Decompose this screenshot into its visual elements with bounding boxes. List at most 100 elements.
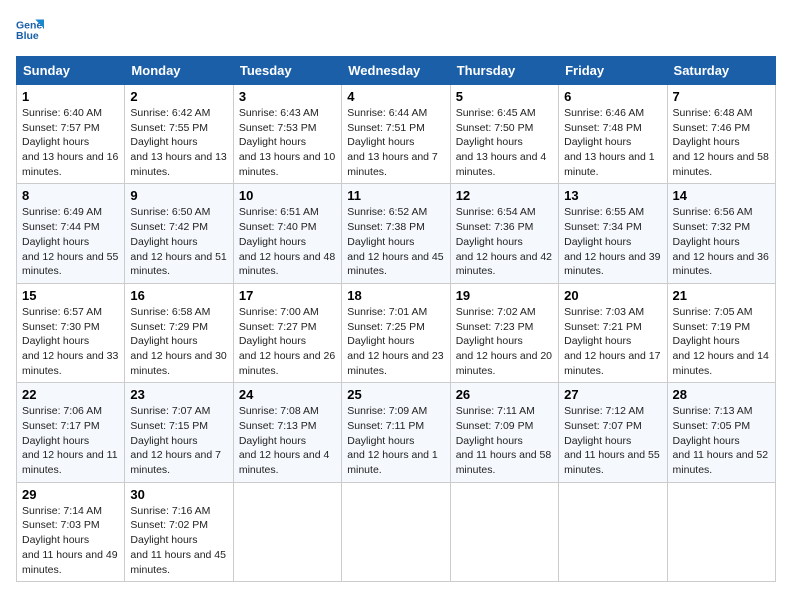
calendar: SundayMondayTuesdayWednesdayThursdayFrid… [16, 56, 776, 582]
calendar-row: 29 Sunrise: 7:14 AM Sunset: 7:03 PM Dayl… [17, 482, 776, 581]
day-info: Sunrise: 7:01 AM Sunset: 7:25 PM Dayligh… [347, 305, 444, 378]
day-number: 13 [564, 188, 661, 203]
day-info: Sunrise: 7:00 AM Sunset: 7:27 PM Dayligh… [239, 305, 336, 378]
day-cell-6: 6 Sunrise: 6:46 AM Sunset: 7:48 PM Dayli… [559, 85, 667, 184]
day-cell-10: 10 Sunrise: 6:51 AM Sunset: 7:40 PM Dayl… [233, 184, 341, 283]
day-cell-2: 2 Sunrise: 6:42 AM Sunset: 7:55 PM Dayli… [125, 85, 233, 184]
day-number: 14 [673, 188, 770, 203]
weekday-header-sunday: Sunday [17, 57, 125, 85]
day-info: Sunrise: 6:57 AM Sunset: 7:30 PM Dayligh… [22, 305, 119, 378]
day-info: Sunrise: 6:56 AM Sunset: 7:32 PM Dayligh… [673, 205, 770, 278]
weekday-header-wednesday: Wednesday [342, 57, 450, 85]
weekday-header-saturday: Saturday [667, 57, 775, 85]
day-number: 25 [347, 387, 444, 402]
day-info: Sunrise: 7:12 AM Sunset: 7:07 PM Dayligh… [564, 404, 661, 477]
weekday-header-tuesday: Tuesday [233, 57, 341, 85]
day-number: 20 [564, 288, 661, 303]
page-header: General Blue [16, 16, 776, 44]
day-number: 24 [239, 387, 336, 402]
day-info: Sunrise: 7:11 AM Sunset: 7:09 PM Dayligh… [456, 404, 553, 477]
day-number: 26 [456, 387, 553, 402]
day-number: 6 [564, 89, 661, 104]
day-number: 4 [347, 89, 444, 104]
day-info: Sunrise: 6:44 AM Sunset: 7:51 PM Dayligh… [347, 106, 444, 179]
day-cell-28: 28 Sunrise: 7:13 AM Sunset: 7:05 PM Dayl… [667, 383, 775, 482]
day-info: Sunrise: 6:52 AM Sunset: 7:38 PM Dayligh… [347, 205, 444, 278]
day-number: 18 [347, 288, 444, 303]
day-info: Sunrise: 6:54 AM Sunset: 7:36 PM Dayligh… [456, 205, 553, 278]
day-cell-27: 27 Sunrise: 7:12 AM Sunset: 7:07 PM Dayl… [559, 383, 667, 482]
day-info: Sunrise: 7:02 AM Sunset: 7:23 PM Dayligh… [456, 305, 553, 378]
day-cell-15: 15 Sunrise: 6:57 AM Sunset: 7:30 PM Dayl… [17, 283, 125, 382]
day-cell-29: 29 Sunrise: 7:14 AM Sunset: 7:03 PM Dayl… [17, 482, 125, 581]
day-info: Sunrise: 6:40 AM Sunset: 7:57 PM Dayligh… [22, 106, 119, 179]
day-info: Sunrise: 7:09 AM Sunset: 7:11 PM Dayligh… [347, 404, 444, 477]
day-number: 3 [239, 89, 336, 104]
day-number: 9 [130, 188, 227, 203]
day-cell-25: 25 Sunrise: 7:09 AM Sunset: 7:11 PM Dayl… [342, 383, 450, 482]
day-cell-empty [559, 482, 667, 581]
day-cell-19: 19 Sunrise: 7:02 AM Sunset: 7:23 PM Dayl… [450, 283, 558, 382]
weekday-header-monday: Monday [125, 57, 233, 85]
day-cell-3: 3 Sunrise: 6:43 AM Sunset: 7:53 PM Dayli… [233, 85, 341, 184]
day-cell-empty [667, 482, 775, 581]
day-number: 29 [22, 487, 119, 502]
day-cell-14: 14 Sunrise: 6:56 AM Sunset: 7:32 PM Dayl… [667, 184, 775, 283]
day-cell-13: 13 Sunrise: 6:55 AM Sunset: 7:34 PM Dayl… [559, 184, 667, 283]
day-info: Sunrise: 7:05 AM Sunset: 7:19 PM Dayligh… [673, 305, 770, 378]
day-number: 17 [239, 288, 336, 303]
logo-icon: General Blue [16, 16, 44, 44]
day-number: 28 [673, 387, 770, 402]
day-cell-8: 8 Sunrise: 6:49 AM Sunset: 7:44 PM Dayli… [17, 184, 125, 283]
day-number: 8 [22, 188, 119, 203]
day-number: 1 [22, 89, 119, 104]
day-number: 12 [456, 188, 553, 203]
day-number: 15 [22, 288, 119, 303]
day-cell-empty [450, 482, 558, 581]
day-info: Sunrise: 6:43 AM Sunset: 7:53 PM Dayligh… [239, 106, 336, 179]
day-number: 22 [22, 387, 119, 402]
day-cell-26: 26 Sunrise: 7:11 AM Sunset: 7:09 PM Dayl… [450, 383, 558, 482]
day-info: Sunrise: 7:16 AM Sunset: 7:02 PM Dayligh… [130, 504, 227, 577]
day-cell-23: 23 Sunrise: 7:07 AM Sunset: 7:15 PM Dayl… [125, 383, 233, 482]
day-cell-18: 18 Sunrise: 7:01 AM Sunset: 7:25 PM Dayl… [342, 283, 450, 382]
day-number: 2 [130, 89, 227, 104]
day-info: Sunrise: 7:13 AM Sunset: 7:05 PM Dayligh… [673, 404, 770, 477]
day-info: Sunrise: 6:42 AM Sunset: 7:55 PM Dayligh… [130, 106, 227, 179]
day-cell-12: 12 Sunrise: 6:54 AM Sunset: 7:36 PM Dayl… [450, 184, 558, 283]
day-cell-9: 9 Sunrise: 6:50 AM Sunset: 7:42 PM Dayli… [125, 184, 233, 283]
day-number: 30 [130, 487, 227, 502]
day-cell-16: 16 Sunrise: 6:58 AM Sunset: 7:29 PM Dayl… [125, 283, 233, 382]
day-number: 16 [130, 288, 227, 303]
day-cell-7: 7 Sunrise: 6:48 AM Sunset: 7:46 PM Dayli… [667, 85, 775, 184]
day-number: 5 [456, 89, 553, 104]
calendar-row: 1 Sunrise: 6:40 AM Sunset: 7:57 PM Dayli… [17, 85, 776, 184]
day-number: 7 [673, 89, 770, 104]
day-number: 19 [456, 288, 553, 303]
weekday-header-friday: Friday [559, 57, 667, 85]
day-cell-24: 24 Sunrise: 7:08 AM Sunset: 7:13 PM Dayl… [233, 383, 341, 482]
day-cell-5: 5 Sunrise: 6:45 AM Sunset: 7:50 PM Dayli… [450, 85, 558, 184]
day-number: 27 [564, 387, 661, 402]
day-cell-22: 22 Sunrise: 7:06 AM Sunset: 7:17 PM Dayl… [17, 383, 125, 482]
calendar-row: 15 Sunrise: 6:57 AM Sunset: 7:30 PM Dayl… [17, 283, 776, 382]
day-info: Sunrise: 6:55 AM Sunset: 7:34 PM Dayligh… [564, 205, 661, 278]
day-cell-4: 4 Sunrise: 6:44 AM Sunset: 7:51 PM Dayli… [342, 85, 450, 184]
day-info: Sunrise: 6:48 AM Sunset: 7:46 PM Dayligh… [673, 106, 770, 179]
day-info: Sunrise: 6:51 AM Sunset: 7:40 PM Dayligh… [239, 205, 336, 278]
weekday-header-row: SundayMondayTuesdayWednesdayThursdayFrid… [17, 57, 776, 85]
day-number: 21 [673, 288, 770, 303]
day-number: 23 [130, 387, 227, 402]
day-number: 11 [347, 188, 444, 203]
day-cell-17: 17 Sunrise: 7:00 AM Sunset: 7:27 PM Dayl… [233, 283, 341, 382]
day-cell-20: 20 Sunrise: 7:03 AM Sunset: 7:21 PM Dayl… [559, 283, 667, 382]
weekday-header-thursday: Thursday [450, 57, 558, 85]
day-info: Sunrise: 7:06 AM Sunset: 7:17 PM Dayligh… [22, 404, 119, 477]
day-info: Sunrise: 6:46 AM Sunset: 7:48 PM Dayligh… [564, 106, 661, 179]
day-cell-11: 11 Sunrise: 6:52 AM Sunset: 7:38 PM Dayl… [342, 184, 450, 283]
calendar-row: 22 Sunrise: 7:06 AM Sunset: 7:17 PM Dayl… [17, 383, 776, 482]
logo: General Blue [16, 16, 48, 44]
day-cell-21: 21 Sunrise: 7:05 AM Sunset: 7:19 PM Dayl… [667, 283, 775, 382]
calendar-row: 8 Sunrise: 6:49 AM Sunset: 7:44 PM Dayli… [17, 184, 776, 283]
day-info: Sunrise: 6:58 AM Sunset: 7:29 PM Dayligh… [130, 305, 227, 378]
